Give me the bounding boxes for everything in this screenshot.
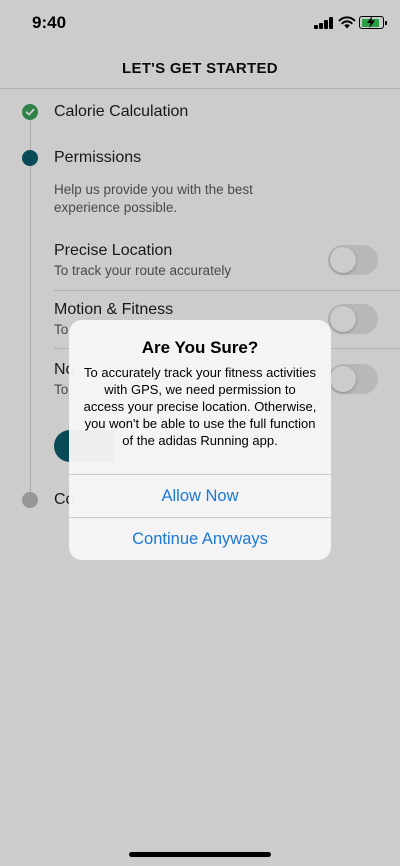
alert-message: To accurately track your fitness activit… — [83, 365, 317, 448]
permission-alert-dialog: Are You Sure? To accurately track your f… — [69, 320, 331, 560]
alert-title: Are You Sure? — [141, 338, 259, 357]
allow-now-button[interactable]: Allow Now — [69, 475, 331, 517]
continue-anyways-button[interactable]: Continue Anyways — [69, 518, 331, 560]
home-indicator[interactable] — [129, 852, 271, 857]
